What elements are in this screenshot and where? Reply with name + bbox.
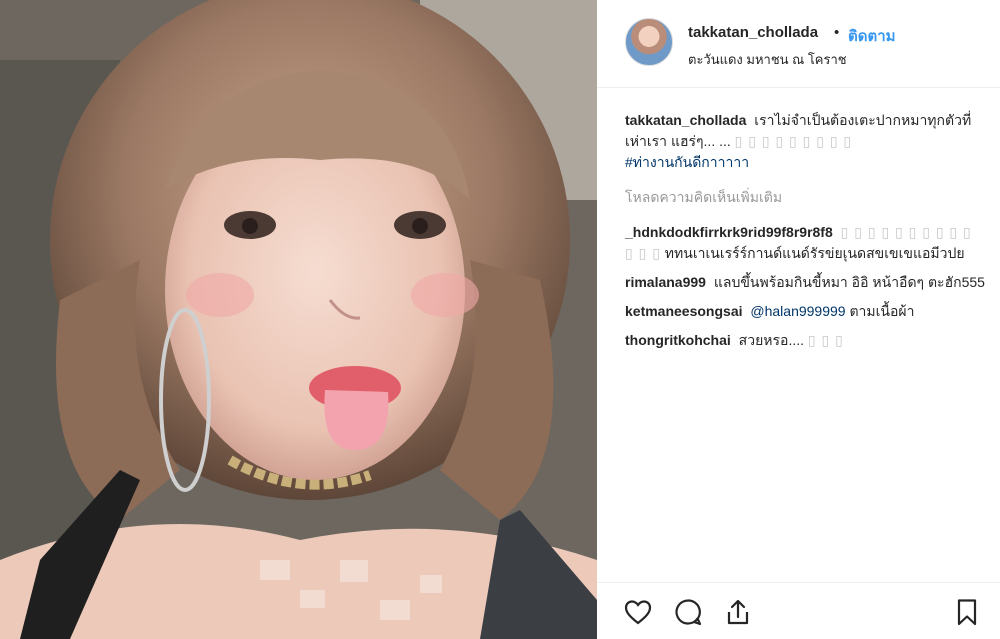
save-button[interactable]	[952, 597, 982, 627]
comment-text: ททนเาเนเรร์ร์กานด์แนด์รัรข่ยเุนดสขเขเขแอ…	[664, 245, 965, 261]
share-icon	[727, 599, 749, 625]
follow-button[interactable]: ติดตาม	[848, 24, 896, 48]
comment-username[interactable]: rimalana999	[625, 274, 706, 290]
like-button[interactable]	[623, 597, 653, 627]
action-bar	[597, 582, 1000, 639]
comment-emoji: ▯ ▯ ▯	[807, 332, 844, 348]
comment-username[interactable]: ketmaneesongsai	[625, 303, 743, 319]
caption-username[interactable]: takkatan_chollada	[625, 112, 746, 128]
post-header: takkatan_chollada • ติดตาม ตะวันแดง มหาช…	[597, 0, 1000, 88]
separator-dot: •	[834, 24, 840, 41]
caption-emoji: ▯ ▯ ▯ ▯ ▯ ▯ ▯ ▯ ▯	[734, 133, 853, 149]
comment-item: rimalana999 แลบขึ้นพร้อมกินขี้หมา อิอิ ห…	[625, 272, 985, 293]
comment-list: takkatan_chollada เราไม่จำเป็นต้องเตะปาก…	[625, 110, 985, 359]
bookmark-icon	[957, 599, 977, 626]
selfie-image	[0, 0, 597, 639]
comment-text: แลบขึ้นพร้อมกินขี้หมา อิอิ หน้าอืดๆ ตะฮั…	[713, 274, 985, 290]
post-photo[interactable]	[0, 0, 597, 639]
caption-hashtag[interactable]: #ท่างานกันดีกาาาาา	[625, 154, 749, 170]
share-button[interactable]	[723, 597, 753, 627]
post-location[interactable]: ตะวันแดง มหาชน ณ โคราช	[688, 49, 847, 70]
comment-button[interactable]	[673, 597, 703, 627]
heart-icon	[624, 600, 652, 625]
comment-icon	[675, 599, 702, 626]
comment-mention[interactable]: @halan999999	[750, 303, 845, 319]
comment-item: _hdnkdodkfirrkrk9rid99f8r9r8f8 ▯ ▯ ▯ ▯ ▯…	[625, 222, 985, 264]
avatar[interactable]	[625, 18, 673, 66]
caption: takkatan_chollada เราไม่จำเป็นต้องเตะปาก…	[625, 110, 985, 173]
post-username[interactable]: takkatan_chollada	[688, 24, 818, 41]
caption-text-2: แฮร่ๆ... ...	[670, 133, 731, 149]
comment-item: thongritkohchai สวยหรอ.... ▯ ▯ ▯	[625, 330, 985, 351]
load-more-comments-button[interactable]: โหลดความคิดเห็นเพิ่มเติม	[625, 187, 985, 208]
post-sidebar: takkatan_chollada • ติดตาม ตะวันแดง มหาช…	[597, 0, 1000, 639]
comment-text: ตามเนื้อผ้า	[849, 303, 915, 319]
comment-username[interactable]: _hdnkdodkfirrkrk9rid99f8r9r8f8	[625, 224, 833, 240]
comment-item: ketmaneesongsai @halan999999 ตามเนื้อผ้า	[625, 301, 985, 322]
comment-username[interactable]: thongritkohchai	[625, 332, 731, 348]
comment-text: สวยหรอ....	[738, 332, 804, 348]
